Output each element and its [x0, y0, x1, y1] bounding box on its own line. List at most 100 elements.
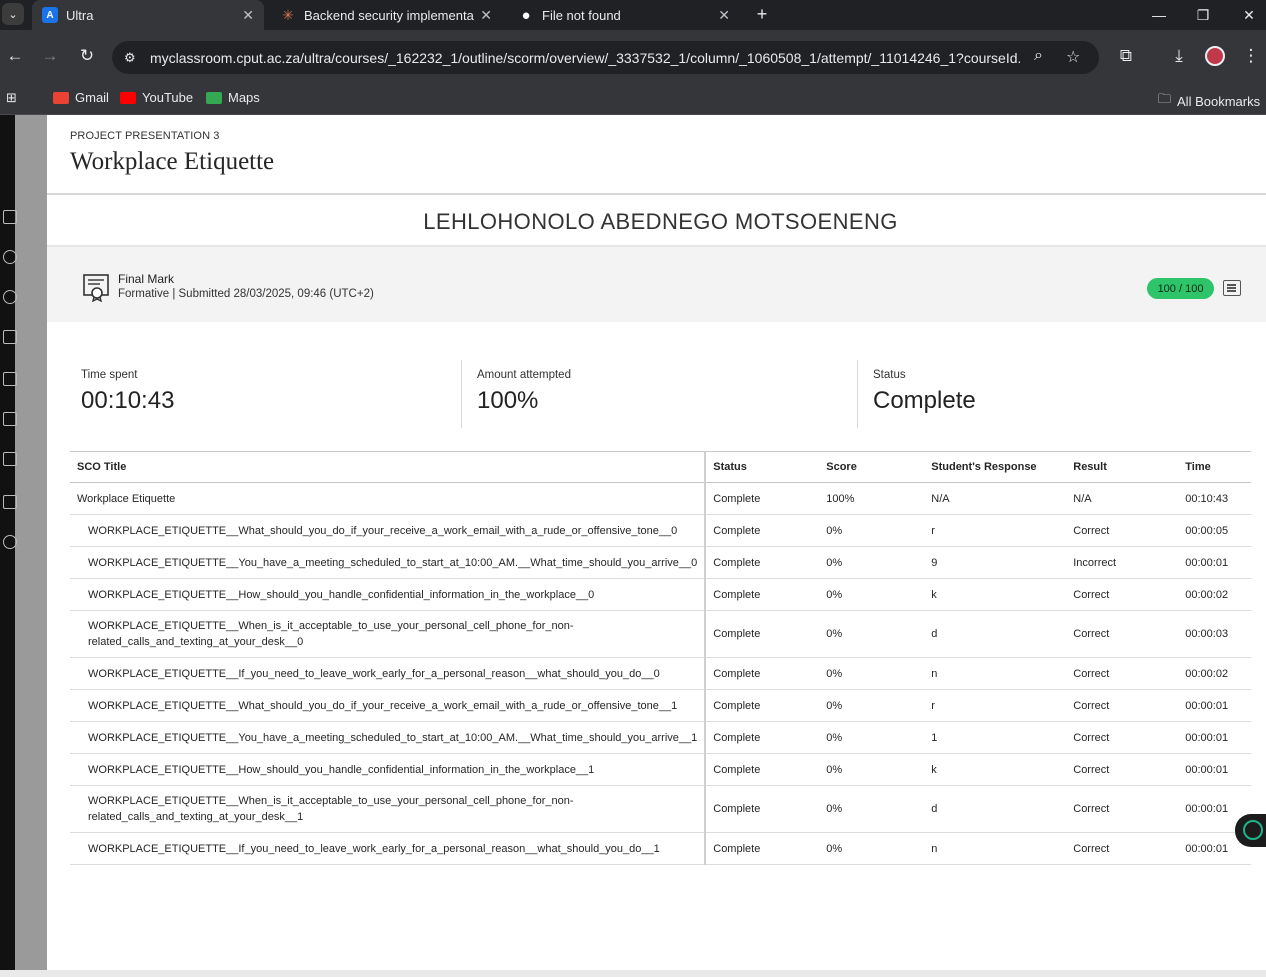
courses-icon [3, 330, 17, 344]
student-name: LEHLOHONOLO ABEDNEGO MOTSOENENG [423, 209, 898, 234]
header-divider [47, 193, 1266, 195]
tab-file-not-found[interactable]: ● File not found ✕ [508, 0, 740, 30]
table-body: Workplace Etiquette Complete 100% N/A N/A 00:… [70, 482, 1251, 865]
all-bookmarks-label: All Bookmarks [1177, 93, 1261, 109]
assistant-logo-icon [1243, 820, 1263, 840]
bookmark-gmail[interactable]: Gmail [53, 90, 109, 105]
new-tab-plus-icon[interactable]: + [752, 4, 772, 24]
result-cell: Correct [1066, 832, 1179, 865]
profile-avatar[interactable] [1203, 44, 1227, 68]
stat-divider [461, 360, 462, 428]
reload-icon[interactable]: ↻ [75, 44, 99, 68]
forward-arrow-icon[interactable]: → [38, 44, 62, 68]
address-bar[interactable]: ⚙ myclassroom.cput.ac.za/ultra/courses/_… [112, 41, 1099, 74]
sco-results-table: SCO Title Status Score Student's Respons… [70, 451, 1251, 865]
close-window-icon[interactable]: ✕ [1226, 0, 1266, 30]
restore-icon[interactable]: ❐ [1180, 0, 1226, 30]
status-cell: Complete [705, 753, 820, 786]
zoom-magnifier-icon[interactable]: ⌕ [1034, 47, 1043, 65]
score-cell: 0% [819, 657, 925, 690]
stat-amount-attempted: Amount attempted 100% [466, 360, 862, 428]
feedback-icon[interactable] [1223, 280, 1241, 296]
close-tab-icon[interactable]: ✕ [480, 7, 492, 24]
result-cell: Correct [1066, 657, 1179, 690]
apps-grid-icon[interactable]: ⊞ [6, 90, 17, 106]
response-cell: r [924, 689, 1067, 722]
stat-status: Status Complete [862, 360, 1258, 428]
url-text[interactable]: myclassroom.cput.ac.za/ultra/courses/_16… [150, 50, 1020, 66]
result-cell: Incorrect [1066, 546, 1179, 579]
background-course-page [0, 115, 47, 977]
time-cell: 00:00:01 [1178, 753, 1251, 786]
column-header: Status [705, 451, 820, 483]
bookmark-maps[interactable]: Maps [206, 90, 260, 105]
sco-title-cell: WORKPLACE_ETIQUETTE__When_is_it_acceptab… [70, 785, 707, 833]
status-cell: Complete [705, 689, 820, 722]
bookmark-star-icon[interactable]: ☆ [1066, 47, 1080, 67]
site-settings-icon[interactable]: ⚙ [124, 50, 144, 66]
close-tab-icon[interactable]: ✕ [242, 7, 254, 24]
back-arrow-icon[interactable]: ← [3, 44, 27, 68]
response-cell: r [924, 514, 1067, 547]
column-header: Student's Response [924, 451, 1067, 483]
response-cell: n [924, 657, 1067, 690]
result-cell: Correct [1066, 610, 1179, 658]
column-header: Result [1066, 451, 1179, 483]
all-bookmarks-folder[interactable]: 🗀 All Bookmarks [1158, 90, 1260, 112]
tab-backend-security[interactable]: ✳ Backend security implementatio ✕ [270, 0, 502, 30]
certificate-icon [83, 274, 109, 302]
table-row: WORKPLACE_ETIQUETTE__When_is_it_acceptab… [70, 785, 1251, 833]
menu-dots-icon[interactable]: ⋮ [1239, 44, 1263, 68]
institution-icon [3, 210, 17, 224]
stat-value: 100% [477, 387, 539, 414]
table-row: WORKPLACE_ETIQUETTE__How_should_you_hand… [70, 753, 1251, 786]
status-cell: Complete [705, 657, 820, 690]
download-icon[interactable]: ⤓ [1167, 44, 1191, 68]
sco-title-cell: WORKPLACE_ETIQUETTE__If_you_need_to_leav… [70, 832, 707, 865]
status-cell: Complete [705, 578, 820, 611]
score-cell: 0% [819, 721, 925, 754]
table-row: Workplace Etiquette Complete 100% N/A N/A 00:… [70, 482, 1251, 515]
result-cell: N/A [1066, 482, 1179, 515]
gmail-icon [53, 91, 69, 104]
time-cell: 00:00:01 [1178, 689, 1251, 722]
bookmark-label: Maps [228, 90, 260, 105]
result-cell: Correct [1066, 785, 1179, 833]
sco-title-cell: WORKPLACE_ETIQUETTE__If_you_need_to_leav… [70, 657, 707, 690]
table-row: WORKPLACE_ETIQUETTE__How_should_you_hand… [70, 578, 1251, 611]
stat-label: Time spent [81, 369, 138, 381]
sco-title-cell: WORKPLACE_ETIQUETTE__You_have_a_meeting_… [70, 721, 707, 754]
messages-icon [3, 412, 17, 426]
github-favicon-icon: ● [521, 6, 531, 24]
bookmark-youtube[interactable]: YouTube [120, 90, 193, 105]
tab-ultra[interactable]: A Ultra ✕ [32, 0, 264, 30]
time-cell: 00:00:02 [1178, 657, 1251, 690]
response-cell: 9 [924, 546, 1067, 579]
status-cell: Complete [705, 514, 820, 547]
close-tab-icon[interactable]: ✕ [718, 7, 730, 24]
grade-pill[interactable]: 100 / 100 [1147, 278, 1214, 299]
minimize-icon[interactable]: — [1136, 0, 1182, 30]
assistant-extension-icon[interactable] [1235, 814, 1266, 847]
background-overlay [15, 115, 47, 977]
final-mark-section: Final Mark Formative | Submitted 28/03/2… [47, 245, 1266, 322]
sco-title-cell: WORKPLACE_ETIQUETTE__You_have_a_meeting_… [70, 546, 707, 579]
response-cell: d [924, 785, 1067, 833]
status-cell: Complete [705, 610, 820, 658]
column-header: Score [819, 451, 925, 483]
stat-label: Status [873, 369, 906, 381]
time-cell: 00:00:05 [1178, 514, 1251, 547]
tab-search-chevron-icon[interactable]: ⌄ [2, 3, 24, 25]
tab-title: File not found [542, 7, 621, 23]
sco-title-cell: WORKPLACE_ETIQUETTE__What_should_you_do_… [70, 514, 707, 547]
youtube-icon [120, 91, 136, 104]
final-mark-label: Final Mark [118, 272, 175, 286]
grades-icon [3, 452, 17, 466]
calendar-icon [3, 372, 17, 386]
sign-out-icon [3, 535, 17, 549]
folder-icon: 🗀 [1158, 91, 1172, 106]
extensions-puzzle-icon[interactable]: ⧉ [1114, 44, 1138, 68]
status-cell: Complete [705, 785, 820, 833]
status-cell: Complete [705, 482, 820, 515]
result-cell: Correct [1066, 578, 1179, 611]
